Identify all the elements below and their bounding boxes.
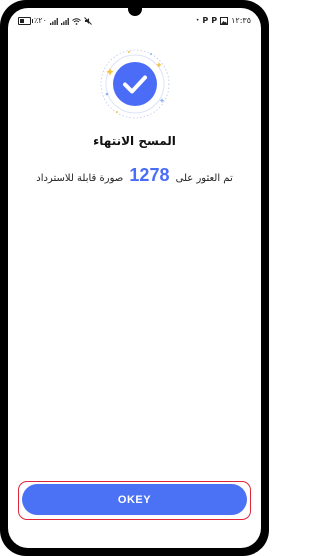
status-bar-right: • P P ١٢:٣٥	[196, 17, 251, 25]
p-icon: P	[202, 16, 209, 25]
notification-dot-icon: •	[195, 17, 200, 24]
gallery-icon	[220, 17, 229, 25]
p-icon: P	[211, 16, 218, 25]
clock: ١٢:٣٥	[231, 16, 251, 25]
phone-frame: ٪۲۰ • P P ١٢:٣٥ المسح الانتهاء تم العثور…	[0, 0, 269, 556]
okey-button[interactable]: OKEY	[22, 484, 247, 515]
signal-icon	[49, 17, 58, 25]
screen: ٪۲۰ • P P ١٢:٣٥ المسح الانتهاء تم العثور…	[8, 8, 261, 548]
recoverable-count: 1278	[129, 165, 170, 185]
battery-icon	[18, 17, 33, 25]
result-message: تم العثور على 1278 صورة قابلة للاسترداد	[8, 165, 261, 186]
success-check-icon	[100, 49, 170, 119]
wifi-icon	[72, 17, 81, 25]
status-bar: ٪۲۰ • P P ١٢:٣٥	[18, 14, 251, 28]
result-prefix: تم العثور على	[175, 173, 233, 184]
result-suffix: صورة قابلة للاسترداد	[36, 173, 124, 184]
dialog-title: المسح الانتهاء	[93, 134, 176, 148]
battery-percent: ٪۲۰	[34, 16, 47, 25]
status-bar-left: ٪۲۰	[18, 17, 92, 25]
power-button	[264, 202, 268, 232]
mute-icon	[84, 17, 92, 25]
signal-icon	[60, 17, 69, 25]
volume-button	[264, 96, 268, 136]
